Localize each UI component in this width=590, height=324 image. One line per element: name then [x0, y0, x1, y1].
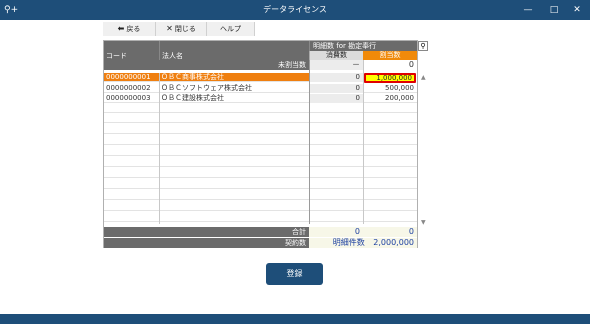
license-grid: コード 法人名 明細数 for 勘定奉行 ⚲ 消費数 割当数 未割当数 － 0 … — [103, 40, 428, 248]
x-icon: ✕ — [166, 24, 173, 33]
column-divider — [309, 60, 310, 224]
consumed-header-label: 消費数 — [326, 51, 347, 59]
total-consumed: 0 — [309, 227, 363, 237]
help-button-label: ヘルプ — [220, 25, 241, 33]
unallocated-consumed: － — [309, 60, 363, 70]
maximize-icon[interactable]: □ — [543, 0, 565, 20]
row-allocated[interactable]: 200,000 — [363, 94, 417, 103]
register-button[interactable]: 登録 — [266, 263, 323, 285]
unallocated-allocated: 0 — [408, 60, 414, 69]
row-consumed: 0 — [309, 94, 363, 103]
consumed-header: 消費数 — [309, 51, 363, 60]
code-header: コード — [104, 41, 159, 60]
group-header: 明細数 for 勘定奉行 — [309, 41, 417, 51]
row-code: 0000000001 — [106, 73, 151, 81]
empty-row — [104, 202, 417, 211]
window-title: データライセンス — [263, 5, 327, 14]
row-consumed: 0 — [309, 84, 363, 93]
total-label: 合計 — [292, 228, 306, 236]
name-header: 法人名 — [159, 41, 309, 60]
close-window-button[interactable]: ✕ 閉じる — [156, 22, 207, 36]
close-icon[interactable]: ✕ — [566, 0, 588, 20]
contract-label: 契約数 — [285, 239, 306, 247]
row-name: ＯＢＣ建設株式会社 — [161, 94, 224, 102]
empty-row — [104, 180, 417, 189]
bottom-bar — [0, 314, 590, 324]
row-allocated[interactable]: 500,000 — [363, 84, 417, 93]
contract-item-label: 明細件数 — [332, 238, 365, 247]
allocated-header-label: 割当数 — [379, 51, 401, 59]
search-icon[interactable]: ⚲ — [418, 41, 428, 51]
title-bar: ⚲+ データライセンス — □ ✕ — [0, 0, 590, 20]
empty-row — [104, 147, 417, 156]
row-name: ＯＢＣ商事株式会社 — [161, 73, 224, 81]
scroll-up-icon[interactable]: ▲ — [421, 75, 427, 81]
empty-row — [104, 125, 417, 134]
row-code: 0000000003 — [106, 94, 151, 102]
column-divider — [363, 60, 364, 224]
empty-row — [104, 104, 417, 113]
minimize-icon[interactable]: — — [517, 0, 539, 20]
table-row[interactable]: 0000000002 ＯＢＣソフトウェア株式会社 0 500,000 — [104, 84, 417, 93]
row-name: ＯＢＣソフトウェア株式会社 — [161, 84, 252, 92]
allocated-header: 割当数 — [363, 51, 417, 60]
contract-row-label: 契約数 — [104, 238, 309, 248]
unallocated-row-label: 未割当数 — [104, 60, 309, 70]
table-row[interactable]: 0000000003 ＯＢＣ建設株式会社 0 200,000 — [104, 94, 417, 103]
row-consumed: 0 — [309, 73, 363, 82]
empty-row — [104, 213, 417, 222]
unallocated-label: 未割当数 — [278, 61, 306, 69]
row-code: 0000000002 — [106, 84, 151, 92]
back-button-label: 戻る — [126, 25, 141, 33]
allocated-input[interactable]: 1,000,000 — [364, 73, 416, 83]
group-header-label: 明細数 for 勘定奉行 — [313, 42, 377, 50]
contract-value: 2,000,000 — [373, 238, 414, 247]
close-button-label: 閉じる — [174, 25, 196, 33]
help-button[interactable]: ヘルプ — [207, 22, 255, 36]
back-arrow-icon: ⬅ — [117, 24, 125, 33]
contract-value-cell: 明細件数 2,000,000 — [309, 238, 417, 248]
empty-row — [104, 191, 417, 200]
empty-row — [104, 136, 417, 145]
empty-row — [104, 169, 417, 178]
total-allocated: 0 — [363, 227, 417, 237]
scroll-down-icon[interactable]: ▼ — [421, 220, 427, 226]
back-button[interactable]: ⬅ 戻る — [103, 22, 156, 36]
column-divider — [159, 73, 160, 224]
total-row-label: 合計 — [104, 227, 309, 237]
empty-row — [104, 114, 417, 123]
empty-row — [104, 158, 417, 167]
